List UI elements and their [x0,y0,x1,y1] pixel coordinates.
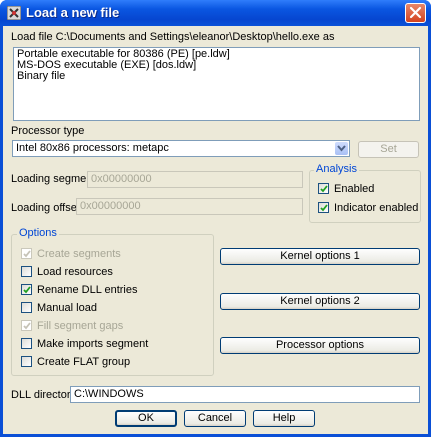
ok-button[interactable]: OK [115,410,177,427]
checkmark-icon [23,286,31,294]
title-bar[interactable]: Load a new file [0,0,431,26]
list-item[interactable]: MS-DOS executable (EXE) [dos.ldw] [17,60,416,71]
analysis-enabled-checkbox[interactable] [318,183,329,194]
loading-offset-field[interactable]: 0x00000000 [76,198,303,215]
close-icon [409,6,422,19]
kernel-options-2-button[interactable]: Kernel options 2 [220,293,420,310]
processor-type-select[interactable]: Intel 80x86 processors: metapc [12,140,350,157]
processor-type-label: Processor type [11,125,85,137]
kernel-options-1-button[interactable]: Kernel options 1 [220,248,420,265]
manual-load-checkbox[interactable] [21,302,32,313]
dialog-window: Load a new file Load file C:\Documents a… [0,0,431,437]
analysis-group [309,170,421,223]
help-button[interactable]: Help [253,410,315,427]
create-segments-checkbox[interactable] [21,248,32,259]
close-button[interactable] [405,3,426,23]
load-file-label: Load file C:\Documents and Settings\elea… [11,31,335,43]
analysis-group-title: Analysis [314,163,359,175]
rename-dll-entries-checkbox[interactable] [21,284,32,295]
fill-segment-gaps-label: Fill segment gaps [37,320,124,332]
make-imports-segment-checkbox[interactable] [21,338,32,349]
checkmark-icon [23,322,31,330]
analysis-enabled-label: Enabled [334,183,375,195]
options-group-title: Options [17,227,59,239]
create-flat-group-label: Create FLAT group [37,356,131,368]
manual-load-label: Manual load [37,302,97,314]
list-item[interactable]: Binary file [17,71,416,82]
load-resources-label: Load resources [37,266,113,278]
processor-options-button[interactable]: Processor options [220,337,420,354]
dialog-body: Load file C:\Documents and Settings\elea… [3,26,428,434]
load-resources-checkbox[interactable] [21,266,32,277]
create-segments-label: Create segments [37,248,121,260]
window-title: Load a new file [26,5,120,20]
loading-segment-label: Loading segment [11,173,96,185]
loading-offset-label: Loading offset [11,202,80,214]
checkmark-icon [320,204,328,212]
checkmark-icon [320,185,328,193]
dropdown-button[interactable] [335,142,348,155]
fill-segment-gaps-checkbox[interactable] [21,320,32,331]
indicator-enabled-checkbox[interactable] [318,202,329,213]
app-icon [7,6,21,20]
make-imports-segment-label: Make imports segment [37,338,149,350]
chevron-down-icon [337,145,346,152]
dll-directory-label: DLL directory [11,389,77,401]
create-flat-group-checkbox[interactable] [21,356,32,367]
cancel-button[interactable]: Cancel [184,410,246,427]
rename-dll-entries-label: Rename DLL entries [37,284,138,296]
checkmark-icon [23,250,31,258]
loading-segment-field[interactable]: 0x00000000 [87,171,303,188]
file-type-list[interactable]: Portable executable for 80386 (PE) [pe.l… [13,47,420,121]
processor-type-value: Intel 80x86 processors: metapc [16,142,169,154]
set-button[interactable]: Set [358,141,419,158]
dll-directory-field[interactable]: C:\WINDOWS [70,386,420,403]
indicator-enabled-label: Indicator enabled [334,202,419,214]
